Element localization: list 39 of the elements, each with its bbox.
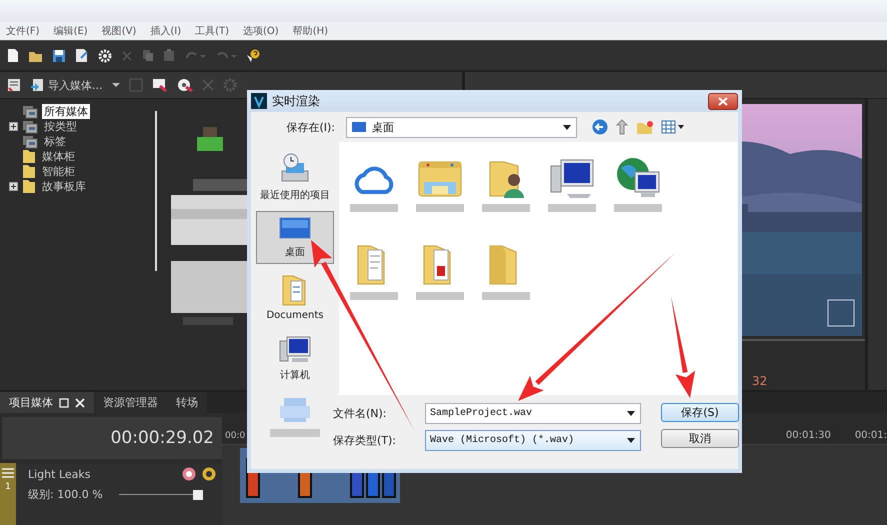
menu-item[interactable]: 文件(F) (6, 24, 40, 38)
dialog-button[interactable]: 保存(S) (661, 403, 739, 422)
panel-tab[interactable]: 项目媒体 (0, 392, 94, 413)
panel-tab[interactable]: 转场 (167, 392, 207, 413)
filename-field[interactable]: SampleProject.wav (425, 403, 641, 424)
file-type-label: 保存类型(T): (333, 433, 398, 448)
menu-item[interactable]: 插入(I) (150, 24, 182, 38)
tree-item[interactable]: 所有媒体 (42, 104, 90, 119)
file-type-dropdown[interactable]: Wave (Microsoft) (*.wav) (425, 430, 641, 451)
menu-item[interactable]: 选项(O) (243, 24, 279, 38)
panel-tab[interactable]: 资源管理器 (94, 392, 167, 413)
place-item[interactable]: 计算机 (256, 330, 334, 387)
track-number: 1 (5, 482, 11, 492)
save-in-label: 保存在(I): (285, 120, 335, 134)
ruler-label: 00:01: (854, 430, 887, 441)
tree-item[interactable]: 智能柜 (40, 164, 77, 179)
ruler-label: 00:0 (224, 431, 246, 441)
frame-number: 32 (752, 374, 768, 388)
timecode: 00:00:29.02 (2, 417, 222, 459)
filename-label: 文件名(N): (333, 406, 388, 421)
menu-item[interactable]: 视图(V) (102, 24, 136, 38)
save-in-dropdown[interactable]: 桌面 (346, 116, 577, 138)
menu-item[interactable]: 工具(T) (195, 24, 230, 38)
import-media-button[interactable]: 导入媒体... (30, 78, 102, 92)
track-handle[interactable]: 1 (0, 463, 16, 525)
level-label: 级别: 100.0 % (28, 487, 103, 502)
tree-item[interactable]: 标签 (42, 134, 68, 149)
place-item[interactable]: Documents (256, 268, 334, 326)
menu-item[interactable]: 帮助(H) (292, 24, 328, 38)
dialog-title: 实时渲染 (272, 92, 320, 110)
tree-item[interactable]: 媒体柜 (40, 149, 77, 164)
place-item[interactable]: 桌面 (256, 211, 334, 264)
dialog-button[interactable]: 取消 (661, 429, 739, 448)
track-name: Light Leaks (28, 468, 90, 480)
ruler-label: 00:01:30 (786, 430, 831, 441)
place-item[interactable]: 最近使用的项目 (256, 148, 334, 207)
tree-item[interactable]: 故事板库 (40, 179, 88, 194)
menu-item[interactable]: 编辑(E) (54, 24, 88, 38)
tree-item[interactable]: 按类型 (42, 119, 79, 134)
